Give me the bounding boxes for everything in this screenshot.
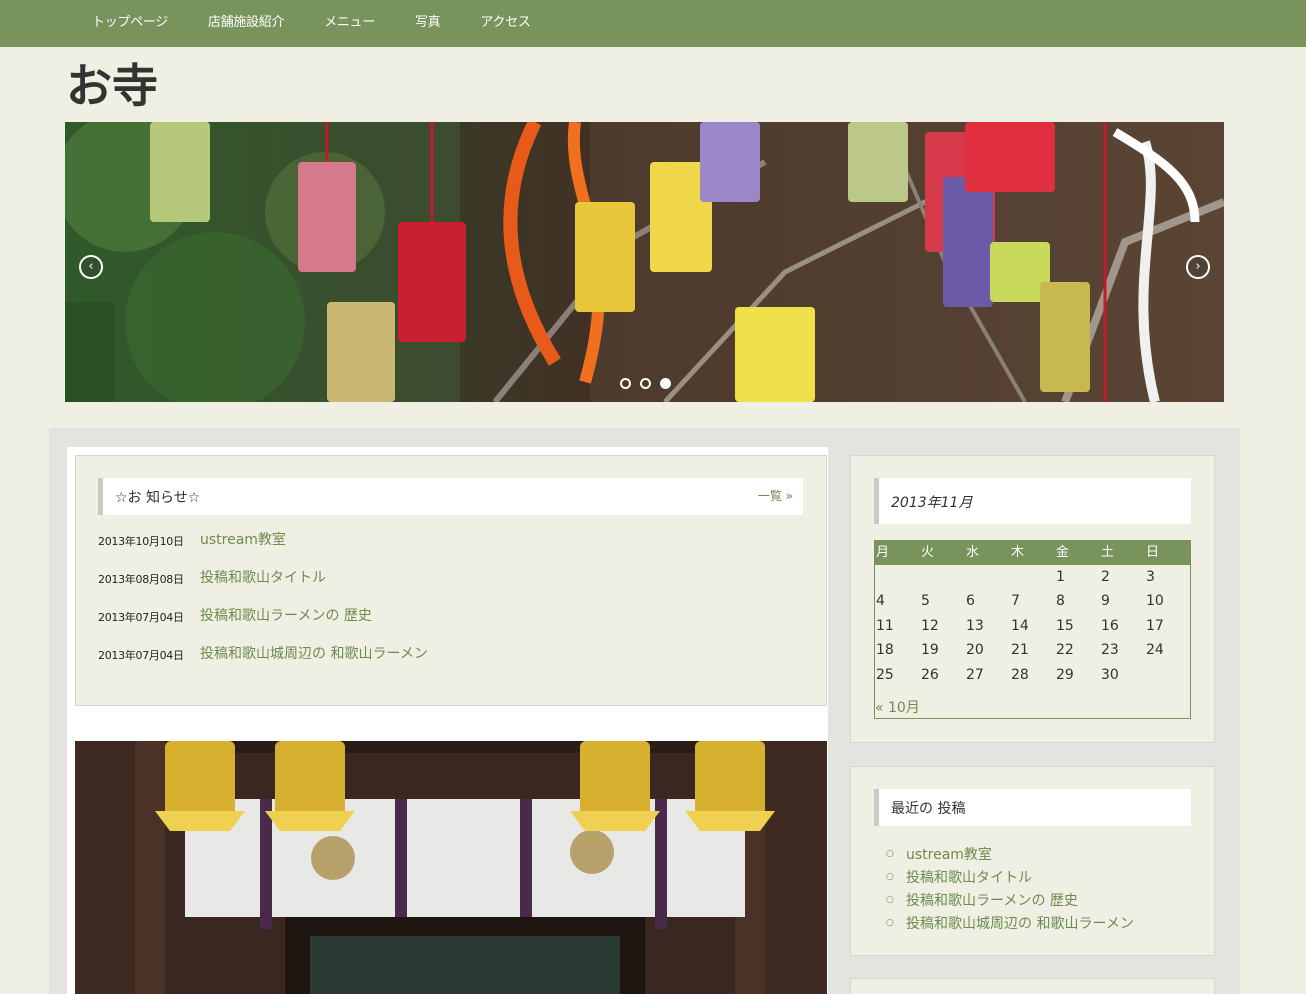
calendar-day: 4	[876, 593, 885, 610]
calendar-day: 21	[1011, 642, 1029, 659]
news-header: ☆お 知らせ☆ 一覧 »	[98, 478, 803, 515]
news-more-link[interactable]: 一覧 »	[758, 487, 793, 504]
calendar-day: 1	[1056, 569, 1065, 585]
calendar-day: 7	[1011, 593, 1020, 610]
calendar-caption: 2013年11月	[891, 495, 973, 511]
recent-posts-list: ○ ustream教室 ○ 投稿和歌山タイトル ○ 投稿和歌山ラーメンの 歴史 ○ 投稿…	[886, 842, 1134, 934]
slider-dot-3[interactable]	[660, 378, 671, 389]
calendar-day	[920, 565, 965, 589]
nav-item-menu[interactable]: メニュー	[304, 0, 395, 40]
recent-post-link[interactable]: ustream教室	[906, 844, 992, 864]
news-link[interactable]: 投稿和歌山ラーメンの 歴史	[200, 605, 372, 625]
chevron-right-icon[interactable]: ›	[1186, 255, 1210, 279]
bullet-icon: ○	[886, 917, 894, 928]
calendar-week: 25 26 27 28 29 30	[875, 663, 1190, 687]
site-title[interactable]: お寺	[66, 60, 158, 113]
list-item: ○ 投稿和歌山ラーメンの 歴史	[886, 888, 1134, 911]
news-date: 2013年10月10日	[98, 535, 184, 548]
calendar-week: 11 12 13 14 15 16 17	[875, 614, 1190, 638]
calendar-day: 26	[921, 666, 939, 683]
nav-menu: トップページ 店舗施設紹介 メニュー 写真 アクセス	[72, 0, 551, 40]
calendar-day: 25	[876, 666, 894, 683]
chevron-left-icon[interactable]: ‹	[79, 255, 103, 279]
calendar-day: 10	[1146, 593, 1164, 610]
news-title: ☆お 知らせ☆	[115, 490, 201, 506]
calendar-day	[875, 565, 920, 589]
list-item: ○ 投稿和歌山城周辺の 和歌山ラーメン	[886, 911, 1134, 934]
nav-item-facilities[interactable]: 店舗施設紹介	[188, 0, 304, 40]
calendar-day: 30	[1101, 666, 1119, 683]
calendar-day: 16	[1101, 617, 1119, 634]
weekday: 土	[1101, 545, 1115, 560]
news-date: 2013年07月04日	[98, 649, 184, 662]
calendar-day: 14	[1011, 617, 1029, 634]
calendar-week: 18 19 20 21 22 23 24	[875, 638, 1190, 662]
calendar-table: 月 火 水 木 金 土 日 1 2 3 4 5 6 7 8 9 10 11 12…	[874, 540, 1191, 719]
weekday: 日	[1146, 545, 1160, 560]
calendar-day: 13	[966, 617, 984, 634]
hero-slider	[65, 122, 1224, 402]
nav-item-photos[interactable]: 写真	[395, 0, 460, 40]
news-date: 2013年08月08日	[98, 573, 184, 586]
bullet-icon: ○	[886, 848, 894, 859]
slider-dot-1[interactable]	[620, 378, 631, 389]
calendar-day: 15	[1056, 617, 1074, 634]
calendar-header: 2013年11月	[874, 478, 1191, 524]
calendar-day: 5	[921, 593, 930, 610]
weekday: 木	[1011, 545, 1025, 560]
calendar-day: 24	[1146, 642, 1164, 659]
calendar-day: 18	[876, 642, 894, 659]
calendar-prev-month-link[interactable]: « 10月	[875, 697, 920, 717]
calendar-day: 8	[1056, 593, 1065, 610]
weekday: 金	[1056, 545, 1070, 560]
bullet-icon: ○	[886, 871, 894, 882]
list-item: ○ ustream教室	[886, 842, 1134, 865]
news-link[interactable]: 投稿和歌山城周辺の 和歌山ラーメン	[200, 643, 428, 663]
calendar-day: 9	[1101, 593, 1110, 610]
calendar-day: 12	[921, 617, 939, 634]
slider-pagination	[620, 378, 671, 389]
nav-item-access[interactable]: アクセス	[460, 0, 550, 40]
calendar-day: 19	[921, 642, 939, 659]
news-date: 2013年07月04日	[98, 611, 184, 624]
news-link[interactable]: ustream教室	[200, 529, 286, 549]
calendar-weekdays: 月 火 水 木 金 土 日	[875, 541, 1190, 565]
sidebar-widget	[850, 978, 1215, 994]
calendar-day: 22	[1056, 642, 1074, 659]
calendar-day: 20	[966, 642, 984, 659]
top-nav: トップページ 店舗施設紹介 メニュー 写真 アクセス	[0, 0, 1306, 47]
recent-post-link[interactable]: 投稿和歌山ラーメンの 歴史	[906, 890, 1078, 910]
calendar-week: 4 5 6 7 8 9 10	[875, 589, 1190, 613]
calendar-day: 3	[1146, 569, 1155, 585]
shrine-image	[75, 741, 827, 994]
calendar-day	[1145, 663, 1190, 687]
calendar-day: 17	[1146, 617, 1164, 634]
calendar-day: 28	[1011, 666, 1029, 683]
shrine-photo	[75, 741, 827, 994]
calendar-day: 2	[1101, 569, 1110, 585]
recent-posts-title: 最近の 投稿	[891, 801, 966, 817]
recent-post-link[interactable]: 投稿和歌山タイトル	[906, 867, 1032, 887]
recent-post-link[interactable]: 投稿和歌山城周辺の 和歌山ラーメン	[906, 913, 1134, 933]
weekday: 月	[876, 545, 890, 560]
nav-item-top[interactable]: トップページ	[72, 0, 188, 40]
calendar-day: 29	[1056, 666, 1074, 683]
calendar-week: 1 2 3	[875, 565, 1190, 589]
calendar-day	[1010, 565, 1055, 589]
calendar-day: 6	[966, 593, 975, 610]
weekday: 水	[966, 545, 980, 560]
slider-dot-2[interactable]	[640, 378, 651, 389]
calendar-day: 23	[1101, 642, 1119, 659]
list-item: ○ 投稿和歌山タイトル	[886, 865, 1134, 888]
calendar-day: 11	[876, 617, 894, 634]
calendar-day	[965, 565, 1010, 589]
weekday: 火	[921, 545, 935, 560]
bullet-icon: ○	[886, 894, 894, 905]
recent-posts-header: 最近の 投稿	[874, 789, 1191, 826]
calendar-day: 27	[966, 666, 984, 683]
slide-image-omamori	[65, 122, 1224, 402]
news-link[interactable]: 投稿和歌山タイトル	[200, 567, 326, 587]
